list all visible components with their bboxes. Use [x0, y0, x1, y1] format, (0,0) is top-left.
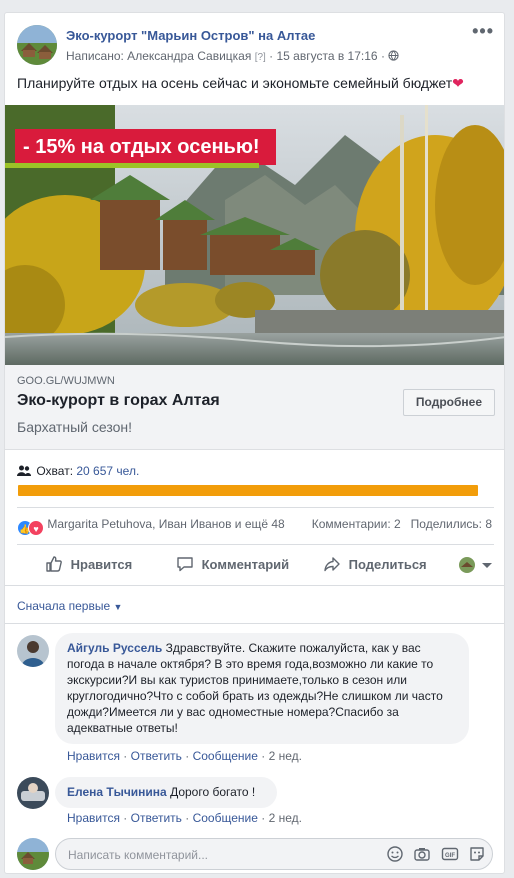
divider: [5, 623, 504, 624]
chevron-down-icon: [482, 563, 492, 568]
comment-icon: [177, 557, 193, 572]
banner-stripe: [5, 163, 259, 168]
comment-input-placeholder: Написать комментарий...: [68, 848, 209, 862]
love-reaction-icon: ♥: [28, 520, 44, 536]
learn-more-button[interactable]: Подробнее: [402, 389, 495, 416]
sticker-icon[interactable]: [468, 845, 486, 863]
post-image[interactable]: - 15% на отдых осенью!: [5, 105, 504, 365]
like-button[interactable]: Нравится: [45, 555, 132, 573]
comments-sort-dropdown[interactable]: Сначала первые ▼: [17, 599, 122, 613]
comment-message-link[interactable]: Сообщение: [193, 749, 258, 763]
emoji-icon[interactable]: [386, 845, 404, 863]
composer-icons: GIF: [380, 845, 486, 863]
comment-like-link[interactable]: Нравится: [67, 749, 120, 763]
discount-banner: - 15% на отдых осенью!: [15, 129, 276, 165]
comment-bubble: Айгуль Руссель Здравствуйте. Скажите пож…: [55, 633, 469, 744]
page-name-link[interactable]: Эко-курорт "Марьин Остров" на Алтае: [66, 28, 315, 43]
globe-icon: [388, 49, 399, 63]
meta-separator: ·: [269, 49, 274, 63]
reach-label: Охват:: [36, 464, 74, 478]
svg-text:GIF: GIF: [445, 853, 455, 859]
post-text: Планируйте отдых на осень сейчас и эконо…: [17, 75, 464, 92]
commenter-avatar[interactable]: [17, 777, 49, 809]
reactions-summary[interactable]: 👍 ♥ Margarita Petuhova, Иван Иванов и ещё…: [17, 517, 285, 536]
engagement-counts: Комментарии: 2 Поделились: 8: [312, 517, 492, 531]
comment-actions: Нравится · Ответить · Сообщение · 2 нед.: [67, 811, 302, 825]
share-arrow-icon: [324, 557, 340, 572]
more-options-icon[interactable]: •••: [472, 22, 494, 40]
caret-down-icon: ▼: [113, 602, 123, 612]
sort-label: Сначала первые: [17, 599, 111, 613]
heart-emoji-icon: ❤: [452, 75, 464, 91]
post-card: Эко-курорт "Марьин Остров" на Алтае Напи…: [4, 12, 505, 874]
post-text-body: Планируйте отдых на осень сейчас и эконо…: [17, 75, 453, 91]
post-meta: Написано: Александра Савицкая [?] · 15 а…: [66, 49, 399, 63]
author-line[interactable]: Написано: Александра Савицкая: [66, 49, 251, 63]
thumbs-up-icon: [46, 556, 62, 572]
comment-time[interactable]: 2 нед.: [269, 811, 302, 825]
comment-label: Комментарий: [201, 557, 290, 572]
page-avatar[interactable]: [17, 25, 57, 65]
my-avatar: [17, 838, 49, 870]
comment-reply-link[interactable]: Ответить: [131, 811, 182, 825]
link-domain: GOO.GL/WUJMWN: [17, 375, 115, 387]
comment-text: Здравствуйте. Скажите пожалуйста, как у …: [67, 641, 443, 735]
divider: [5, 585, 504, 586]
camera-icon[interactable]: [413, 845, 431, 863]
comment-button[interactable]: Комментарий: [176, 555, 289, 573]
comment-input[interactable]: Написать комментарий... GIF: [55, 838, 493, 870]
post-date[interactable]: 15 августа в 17:16: [277, 49, 378, 63]
comment-message-link[interactable]: Сообщение: [193, 811, 258, 825]
comment-bubble: Елена Тычинина Дорого богато !: [55, 777, 277, 808]
reach-value[interactable]: 20 657 чел.: [76, 464, 139, 478]
comment-author[interactable]: Айгуль Руссель: [67, 641, 162, 655]
comments-count[interactable]: Комментарии: 2: [312, 517, 401, 531]
reach-stat: Охват: 20 657 чел.: [17, 464, 139, 480]
divider: [17, 507, 494, 508]
commenter-avatar[interactable]: [17, 635, 49, 667]
comment-text: Дорого богато !: [170, 785, 256, 799]
share-as-menu[interactable]: [458, 556, 494, 574]
divider: [17, 544, 494, 545]
meta-separator: ·: [380, 49, 385, 63]
comment-author[interactable]: Елена Тычинина: [67, 785, 167, 799]
comment-like-link[interactable]: Нравится: [67, 811, 120, 825]
comment-actions: Нравится · Ответить · Сообщение · 2 нед.: [67, 749, 302, 763]
gif-icon[interactable]: GIF: [441, 845, 459, 863]
shares-count[interactable]: Поделились: 8: [411, 517, 492, 531]
comment-time[interactable]: 2 нед.: [269, 749, 302, 763]
people-icon: [17, 465, 33, 480]
share-label: Поделиться: [348, 557, 427, 572]
like-label: Нравится: [70, 557, 133, 572]
link-description: Бархатный сезон!: [17, 419, 132, 435]
share-button[interactable]: Поделиться: [323, 555, 427, 573]
author-hint[interactable]: [?]: [255, 52, 266, 63]
reach-progress-bar: [18, 485, 478, 496]
link-preview[interactable]: GOO.GL/WUJMWN Эко-курорт в горах Алтая Б…: [5, 365, 504, 450]
reactors-names[interactable]: Margarita Petuhova, Иван Иванов и ещё 48: [47, 517, 284, 531]
comment-reply-link[interactable]: Ответить: [131, 749, 182, 763]
link-title[interactable]: Эко-курорт в горах Алтая: [17, 392, 220, 410]
